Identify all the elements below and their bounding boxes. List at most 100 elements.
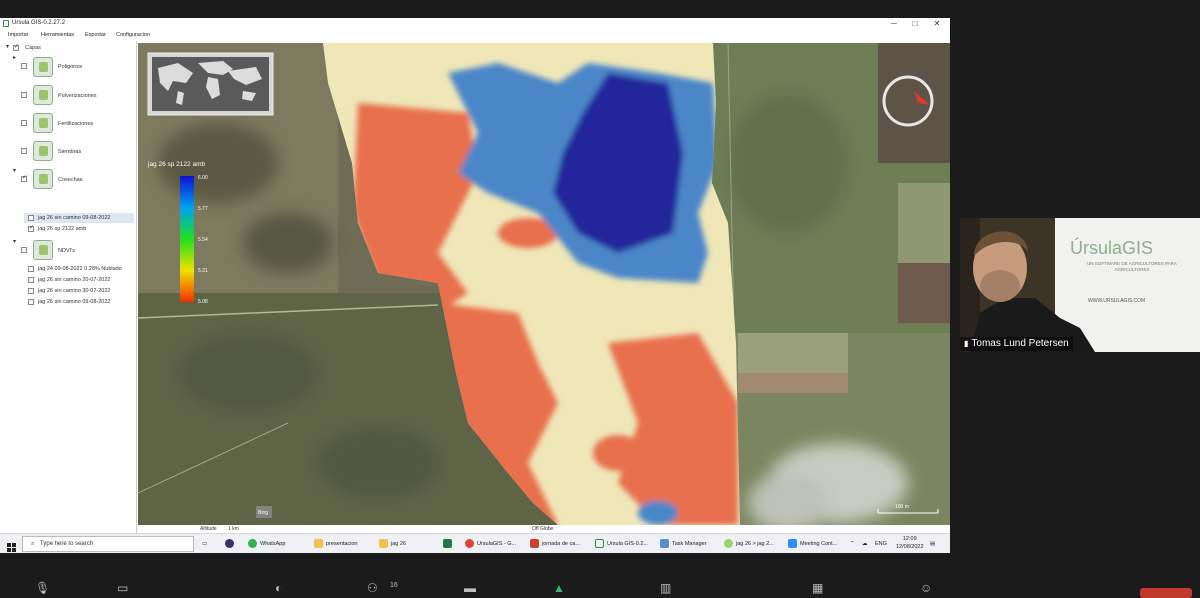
map-view[interactable]: jag 26 sp 2122 amb 6.00 5.77 5.54 5.31 5… [138, 43, 950, 525]
globe-status: Off Globe [532, 526, 554, 532]
tray-cloud-icon[interactable]: ☁ [862, 536, 868, 552]
cosecha-item-checkbox[interactable] [28, 215, 34, 221]
expand-arrow-icon[interactable]: ▾ [13, 238, 16, 245]
poligonos-label[interactable]: Poligonos [58, 64, 82, 70]
tray-chevron-up-icon[interactable]: ⌃ [850, 536, 855, 552]
chrome-icon [465, 539, 474, 549]
clock[interactable]: 12:09 12/08/2022 [896, 535, 924, 551]
menu-exportar[interactable]: Exportar [85, 32, 106, 38]
ndvi-item-label[interactable]: jag 26 sin camino 09-08-2022 [38, 299, 110, 305]
participant-name: Tomas Lund Petersen [971, 338, 1069, 349]
taskbar-powerpoint[interactable]: jornada de ca... [530, 536, 580, 552]
minimize-button[interactable]: ─ [884, 18, 904, 29]
cosecha-item-label[interactable]: jag 26 sin camino 09-08-2022 [38, 215, 110, 221]
taskbar-chrome[interactable]: UrsulaGIS - G... [465, 536, 516, 552]
folder-icon [379, 539, 388, 549]
folder-icon [314, 539, 323, 549]
ursula-icon [595, 539, 604, 549]
poligonos-checkbox[interactable] [21, 63, 27, 69]
cosechas-checkbox[interactable] [21, 174, 27, 182]
taskbar-whatsapp[interactable]: WhatsApp [248, 536, 285, 552]
harvester-layer-icon [33, 169, 53, 189]
task-view-icon[interactable]: ▭ [202, 536, 207, 552]
seeder-layer-icon [33, 141, 53, 161]
ndvi-item-checkbox[interactable] [28, 266, 34, 272]
clock-time: 12:09 [902, 536, 917, 542]
fertilizaciones-label[interactable]: Fertilizaciones [58, 121, 93, 127]
altitude-value: 1 km [228, 526, 239, 532]
app-icon[interactable] [225, 536, 237, 552]
windows-taskbar: ⌕ Type here to search ▭ WhatsApp present… [0, 533, 950, 553]
menu-importar[interactable]: Importar [8, 32, 28, 38]
map-attribution: Bing [258, 510, 268, 516]
cosecha-item-label[interactable]: jag 26 sp 2122 amb [38, 226, 86, 232]
siembras-checkbox[interactable] [21, 148, 27, 154]
participant-count: 16 [390, 582, 398, 589]
ndvi-item-checkbox[interactable] [28, 288, 34, 294]
legend-tick: 5.54 [198, 237, 208, 243]
pulverizaciones-label[interactable]: Pulverizaciones [58, 93, 97, 99]
app-icon [724, 539, 733, 549]
satellite-map: jag 26 sp 2122 amb 6.00 5.77 5.54 5.31 5… [138, 43, 950, 525]
task-manager-icon [660, 539, 669, 549]
maximize-button[interactable]: □ [905, 18, 925, 29]
taskbar-ursula-gis[interactable]: Ursula GIS-0.2... [595, 536, 648, 552]
fertilizer-layer-icon [33, 113, 53, 133]
expand-arrow-icon[interactable]: ▾ [6, 43, 9, 50]
legend-tick: 5.08 [198, 299, 208, 305]
cosechas-label[interactable]: Cosechas [58, 177, 82, 183]
expand-arrow-icon[interactable]: ▸ [13, 54, 16, 61]
ndvi-label[interactable]: NDVI's [58, 248, 75, 254]
windows-start-icon[interactable] [7, 539, 16, 552]
meeting-control-bar: 🎙 ▭ ◐ ⚇ 16 ▬ ▲ ▥ ▦ ☺ [0, 560, 1200, 598]
menu-configuracion[interactable]: Configuracion [116, 32, 150, 38]
ndvi-item-label[interactable]: jag 26 sin camino 20-07-2022 [38, 277, 110, 283]
participant-name-tag: ▮ Tomas Lund Petersen [960, 337, 1073, 351]
cosecha-item-checkbox[interactable] [28, 224, 34, 232]
signal-bars-icon: ▮ [964, 339, 969, 348]
search-icon: ⌕ [31, 541, 35, 547]
taskbar-excel[interactable] [443, 536, 455, 552]
sprayer-layer-icon [33, 85, 53, 105]
taskbar-search-input[interactable]: ⌕ Type here to search [22, 536, 194, 552]
taskbar-jag26[interactable]: jag 26 [379, 536, 406, 552]
leave-button[interactable] [1140, 588, 1192, 598]
fertilizaciones-checkbox[interactable] [21, 120, 27, 126]
ndvi-checkbox[interactable] [21, 247, 27, 253]
banner-url: WWW.URSULAGIS.COM [1088, 298, 1146, 304]
layers-panel: ▾ Capas ▸ Poligonos Pulverizaciones Fert… [0, 41, 137, 536]
excel-icon [443, 539, 452, 549]
status-bar: Altitude 1 km Off Globe [138, 525, 950, 533]
layers-root-checkbox[interactable] [13, 43, 19, 51]
ndvi-item-label[interactable]: jag 24 09-08-2022 0.28% Nublado [38, 266, 122, 272]
title-bar: Ursula GIS-0.2.27.2 ─ □ ✕ [0, 18, 950, 30]
overview-map[interactable] [147, 52, 274, 116]
taskbar-presentacion[interactable]: presentacion [314, 536, 358, 552]
ursula-gis-window: Ursula GIS-0.2.27.2 ─ □ ✕ Importar Herra… [0, 18, 950, 553]
polygon-layer-icon [33, 57, 53, 77]
ndvi-item-checkbox[interactable] [28, 277, 34, 283]
taskbar-meeting-controls[interactable]: Meeting Cont... [788, 536, 837, 552]
zoom-icon [788, 539, 797, 549]
ndvi-layer-icon [33, 240, 53, 260]
participant-video[interactable]: ÚrsulaGIS UN SOFTWARE DE AGRICULTORES PA… [960, 218, 1200, 352]
taskbar-task-manager[interactable]: Task Manager [660, 536, 707, 552]
ndvi-item-checkbox[interactable] [28, 299, 34, 305]
legend-color-ramp [180, 176, 194, 302]
window-title: Ursula GIS-0.2.27.2 [12, 20, 66, 26]
taskbar-jag26-window[interactable]: jag 26 > jag 2... [724, 536, 774, 552]
language-indicator[interactable]: ENG [875, 536, 887, 552]
legend-title: jag 26 sp 2122 amb [147, 161, 205, 168]
altitude-label: Altitude [200, 526, 217, 532]
banner-tagline: UN SOFTWARE DE AGRICULTORES PARA AGRICUL… [1087, 261, 1177, 272]
pulverizaciones-checkbox[interactable] [21, 92, 27, 98]
notifications-icon[interactable]: ▤ [930, 536, 935, 552]
menu-herramientas[interactable]: Herramientas [41, 32, 74, 38]
close-button[interactable]: ✕ [927, 18, 947, 29]
legend-tick: 6.00 [198, 175, 208, 181]
banner-brand: ÚrsulaGIS [1070, 238, 1154, 258]
siembras-label[interactable]: Siembras [58, 149, 81, 155]
ndvi-item-label[interactable]: jag 26 sin camino 30-07-2022 [38, 288, 110, 294]
whatsapp-icon [248, 539, 257, 549]
expand-arrow-icon[interactable]: ▾ [13, 167, 16, 174]
